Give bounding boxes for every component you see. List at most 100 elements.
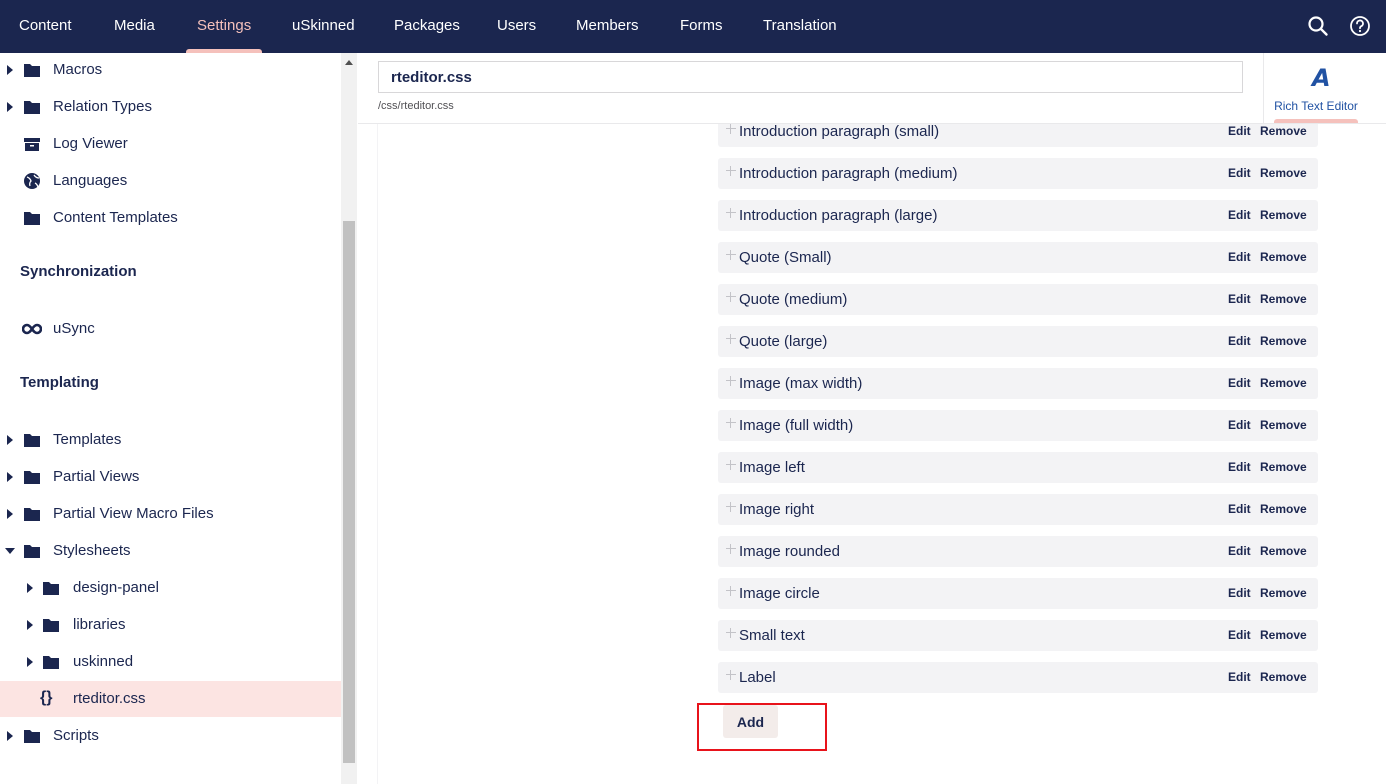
- drag-handle-icon[interactable]: [726, 544, 736, 554]
- expand-caret-icon[interactable]: [27, 620, 33, 630]
- expand-caret-icon[interactable]: [27, 583, 33, 593]
- rule-row[interactable]: Introduction paragraph (small) Edit Remove: [718, 124, 1318, 147]
- rule-row[interactable]: Small text Edit Remove: [718, 620, 1318, 651]
- rule-row[interactable]: Quote (Small) Edit Remove: [718, 242, 1318, 273]
- edit-rule-button[interactable]: Edit: [1228, 628, 1251, 642]
- drag-handle-icon[interactable]: [726, 460, 736, 470]
- drag-handle-icon[interactable]: [726, 502, 736, 512]
- collapse-caret-icon[interactable]: [5, 548, 15, 554]
- nav-translation[interactable]: Translation: [763, 0, 837, 53]
- rule-row[interactable]: Quote (large) Edit Remove: [718, 326, 1318, 357]
- expand-caret-icon[interactable]: [7, 509, 13, 519]
- drag-handle-icon[interactable]: [726, 124, 736, 134]
- tree-item-partial-views[interactable]: Partial Views: [0, 459, 341, 495]
- edit-rule-button[interactable]: Edit: [1228, 586, 1251, 600]
- stylesheet-name-input[interactable]: [378, 61, 1243, 93]
- edit-rule-button[interactable]: Edit: [1228, 334, 1251, 348]
- rule-row[interactable]: Image (full width) Edit Remove: [718, 410, 1318, 441]
- edit-rule-button[interactable]: Edit: [1228, 460, 1251, 474]
- nav-members[interactable]: Members: [576, 0, 639, 53]
- drag-handle-icon[interactable]: [726, 418, 736, 428]
- expand-caret-icon[interactable]: [7, 65, 13, 75]
- tree-item-label: Partial Views: [53, 468, 140, 485]
- tree-item-languages[interactable]: Languages: [0, 163, 341, 199]
- tree-item-content-templates[interactable]: Content Templates: [0, 200, 341, 236]
- scroll-up-arrow-icon[interactable]: [345, 60, 353, 65]
- remove-rule-button[interactable]: Remove: [1260, 586, 1307, 600]
- tree-item-rteditor-css[interactable]: {} rteditor.css: [0, 681, 341, 717]
- rule-row[interactable]: Introduction paragraph (medium) Edit Remov…: [718, 158, 1318, 189]
- remove-rule-button[interactable]: Remove: [1260, 250, 1307, 264]
- remove-rule-button[interactable]: Remove: [1260, 628, 1307, 642]
- nav-uskinned[interactable]: uSkinned: [292, 0, 355, 53]
- rule-row[interactable]: Label Edit Remove: [718, 662, 1318, 693]
- remove-rule-button[interactable]: Remove: [1260, 670, 1307, 684]
- rule-row[interactable]: Quote (medium) Edit Remove: [718, 284, 1318, 315]
- remove-rule-button[interactable]: Remove: [1260, 124, 1307, 138]
- expand-caret-icon[interactable]: [7, 472, 13, 482]
- sidebar-scrollbar[interactable]: [341, 53, 357, 784]
- drag-handle-icon[interactable]: [726, 292, 736, 302]
- nav-content[interactable]: Content: [19, 0, 72, 53]
- edit-rule-button[interactable]: Edit: [1228, 502, 1251, 516]
- tree-item-log-viewer[interactable]: Log Viewer: [0, 126, 341, 162]
- expand-caret-icon[interactable]: [7, 102, 13, 112]
- nav-forms[interactable]: Forms: [680, 0, 723, 53]
- edit-rule-button[interactable]: Edit: [1228, 376, 1251, 390]
- remove-rule-button[interactable]: Remove: [1260, 208, 1307, 222]
- edit-rule-button[interactable]: Edit: [1228, 208, 1251, 222]
- tree-item-macros[interactable]: Macros: [0, 53, 341, 88]
- edit-rule-button[interactable]: Edit: [1228, 544, 1251, 558]
- tree-item-partial-view-macro-files[interactable]: Partial View Macro Files: [0, 496, 341, 532]
- edit-rule-button[interactable]: Edit: [1228, 292, 1251, 306]
- remove-rule-button[interactable]: Remove: [1260, 460, 1307, 474]
- rule-row[interactable]: Introduction paragraph (large) Edit Remove: [718, 200, 1318, 231]
- help-icon[interactable]: [1349, 15, 1371, 37]
- tab-rich-text-editor[interactable]: A Rich Text Editor: [1263, 53, 1386, 124]
- tree-item-templates[interactable]: Templates: [0, 422, 341, 458]
- scrollbar-thumb[interactable]: [343, 221, 355, 763]
- remove-rule-button[interactable]: Remove: [1260, 292, 1307, 306]
- expand-caret-icon[interactable]: [27, 657, 33, 667]
- remove-rule-button[interactable]: Remove: [1260, 418, 1307, 432]
- remove-rule-button[interactable]: Remove: [1260, 544, 1307, 558]
- rule-row[interactable]: Image (max width) Edit Remove: [718, 368, 1318, 399]
- nav-packages[interactable]: Packages: [394, 0, 460, 53]
- tree-item-libraries[interactable]: libraries: [0, 607, 341, 643]
- rule-row[interactable]: Image rounded Edit Remove: [718, 536, 1318, 567]
- expand-caret-icon[interactable]: [7, 731, 13, 741]
- drag-handle-icon[interactable]: [726, 334, 736, 344]
- drag-handle-icon[interactable]: [726, 250, 736, 260]
- drag-handle-icon[interactable]: [726, 376, 736, 386]
- drag-handle-icon[interactable]: [726, 628, 736, 638]
- nav-users[interactable]: Users: [497, 0, 536, 53]
- rule-row[interactable]: Image right Edit Remove: [718, 494, 1318, 525]
- remove-rule-button[interactable]: Remove: [1260, 166, 1307, 180]
- drag-handle-icon[interactable]: [726, 670, 736, 680]
- tree-item-usync[interactable]: uSync: [0, 311, 341, 347]
- add-rule-button[interactable]: Add: [723, 705, 778, 738]
- expand-caret-icon[interactable]: [7, 435, 13, 445]
- content-divider: [377, 124, 378, 784]
- remove-rule-button[interactable]: Remove: [1260, 334, 1307, 348]
- nav-media[interactable]: Media: [114, 0, 155, 53]
- edit-rule-button[interactable]: Edit: [1228, 250, 1251, 264]
- tree-item-stylesheets[interactable]: Stylesheets: [0, 533, 341, 569]
- drag-handle-icon[interactable]: [726, 586, 736, 596]
- tree-item-scripts[interactable]: Scripts: [0, 718, 341, 754]
- remove-rule-button[interactable]: Remove: [1260, 376, 1307, 390]
- nav-settings[interactable]: Settings: [185, 0, 263, 53]
- rule-row[interactable]: Image left Edit Remove: [718, 452, 1318, 483]
- drag-handle-icon[interactable]: [726, 166, 736, 176]
- edit-rule-button[interactable]: Edit: [1228, 418, 1251, 432]
- edit-rule-button[interactable]: Edit: [1228, 124, 1251, 138]
- tree-item-design-panel[interactable]: design-panel: [0, 570, 341, 606]
- tree-item-uskinned[interactable]: uskinned: [0, 644, 341, 680]
- tree-item-relation-types[interactable]: Relation Types: [0, 89, 341, 125]
- search-icon[interactable]: [1307, 15, 1329, 37]
- rule-row[interactable]: Image circle Edit Remove: [718, 578, 1318, 609]
- edit-rule-button[interactable]: Edit: [1228, 166, 1251, 180]
- edit-rule-button[interactable]: Edit: [1228, 670, 1251, 684]
- drag-handle-icon[interactable]: [726, 208, 736, 218]
- remove-rule-button[interactable]: Remove: [1260, 502, 1307, 516]
